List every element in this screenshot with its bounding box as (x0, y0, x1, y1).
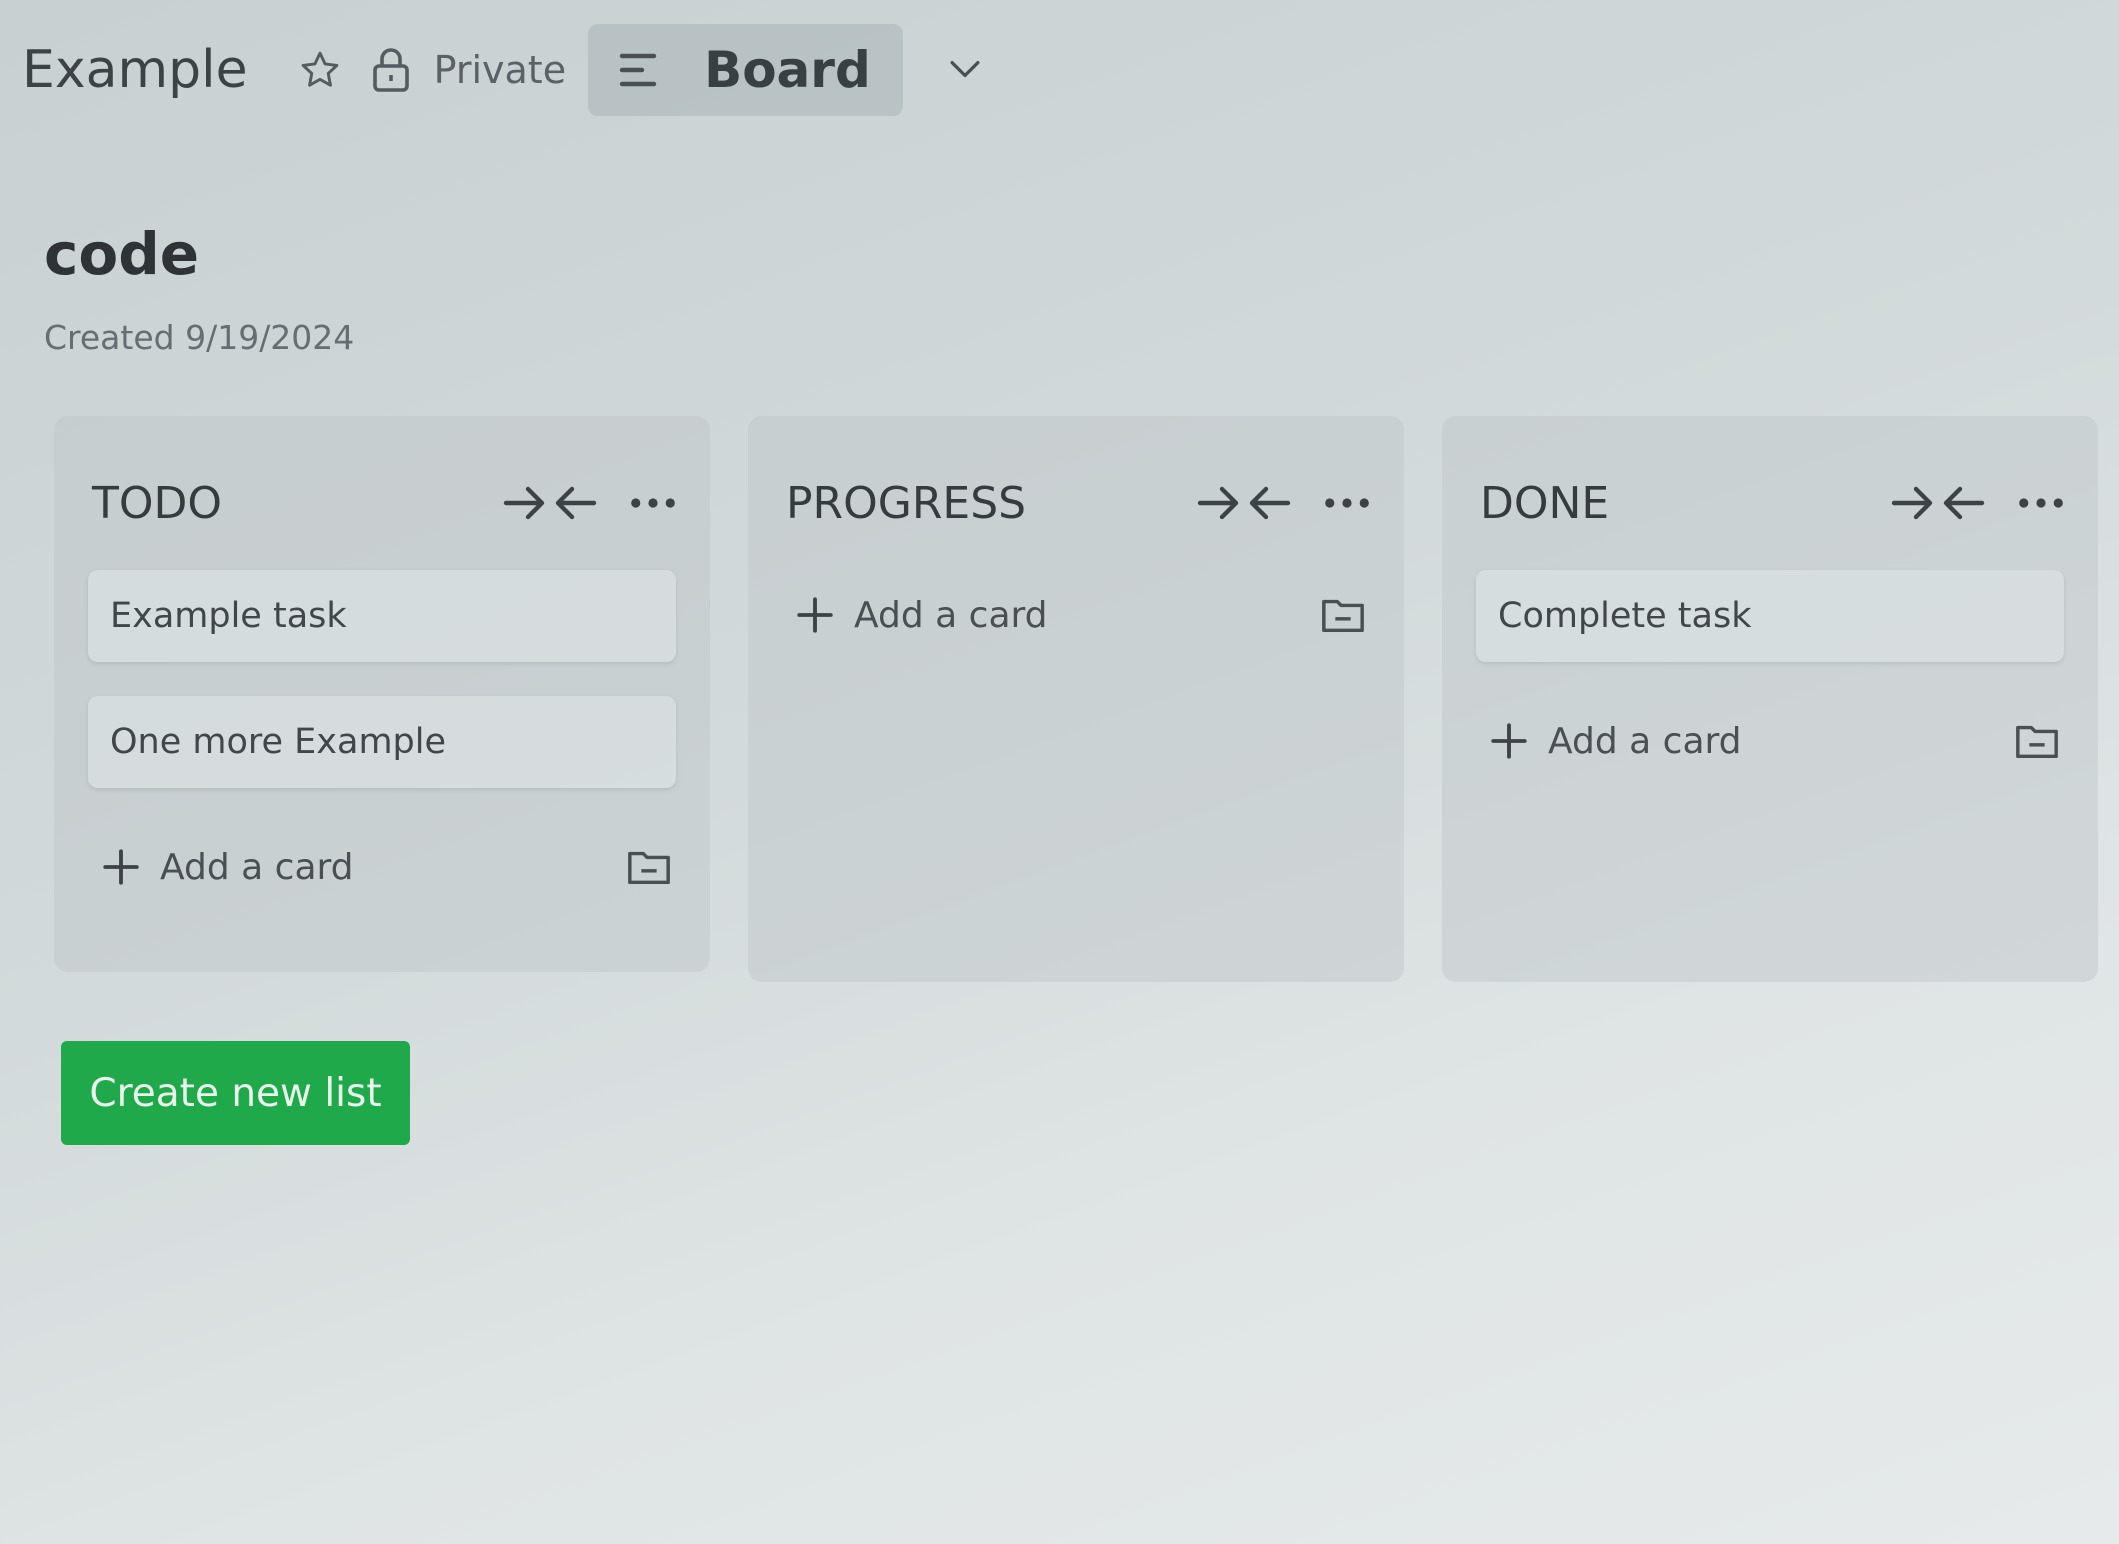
board-topbar: Example Private Board (0, 0, 2119, 140)
board-lists: TODO Example task One more Example Add a… (54, 416, 2098, 982)
lock-icon[interactable] (366, 42, 416, 98)
add-card-row: Add a card (782, 570, 1370, 660)
create-new-list-button[interactable]: Create new list (61, 1041, 410, 1145)
collapse-arrows-icon[interactable] (1196, 478, 1324, 528)
plus-icon (1491, 723, 1527, 759)
add-card-button[interactable]: Add a card (100, 846, 626, 888)
list-done: DONE Complete task Add a card (1442, 416, 2098, 982)
list-title[interactable]: DONE (1480, 478, 1890, 529)
created-date: Created 9/19/2024 (44, 318, 355, 357)
card[interactable]: Example task (88, 570, 676, 662)
more-dots-icon[interactable] (2018, 493, 2064, 513)
card-template-icon[interactable] (626, 847, 676, 887)
more-dots-icon[interactable] (1324, 493, 1370, 513)
more-dots-icon[interactable] (630, 493, 676, 513)
view-switcher[interactable]: Board (588, 24, 903, 116)
list-header: PROGRESS (782, 464, 1370, 542)
add-card-label: Add a card (854, 594, 1048, 636)
view-label: Board (704, 41, 871, 99)
add-card-row: Add a card (88, 822, 676, 912)
plus-icon (797, 597, 833, 633)
list-lines-icon (619, 53, 657, 87)
page-title[interactable]: code (44, 220, 354, 288)
add-card-button[interactable]: Add a card (794, 594, 1320, 636)
visibility-label[interactable]: Private (434, 48, 566, 92)
card-template-icon[interactable] (1320, 595, 1370, 635)
collapse-arrows-icon[interactable] (1890, 478, 2018, 528)
add-card-label: Add a card (160, 846, 354, 888)
list-progress: PROGRESS Add a card (748, 416, 1404, 982)
card[interactable]: Complete task (1476, 570, 2064, 662)
list-header: DONE (1476, 464, 2064, 542)
star-icon[interactable] (292, 42, 348, 98)
list-todo: TODO Example task One more Example Add a… (54, 416, 710, 972)
chevron-down-icon[interactable] (943, 48, 987, 92)
plus-icon (103, 849, 139, 885)
add-card-label: Add a card (1548, 720, 1742, 762)
list-header: TODO (88, 464, 676, 542)
list-title[interactable]: PROGRESS (786, 478, 1196, 529)
board-name[interactable]: Example (22, 40, 248, 100)
list-title[interactable]: TODO (92, 478, 502, 529)
add-card-button[interactable]: Add a card (1488, 720, 2014, 762)
add-card-row: Add a card (1476, 696, 2064, 786)
collapse-arrows-icon[interactable] (502, 478, 630, 528)
board-header: code Created 9/19/2024 (44, 220, 354, 357)
card[interactable]: One more Example (88, 696, 676, 788)
card-template-icon[interactable] (2014, 721, 2064, 761)
